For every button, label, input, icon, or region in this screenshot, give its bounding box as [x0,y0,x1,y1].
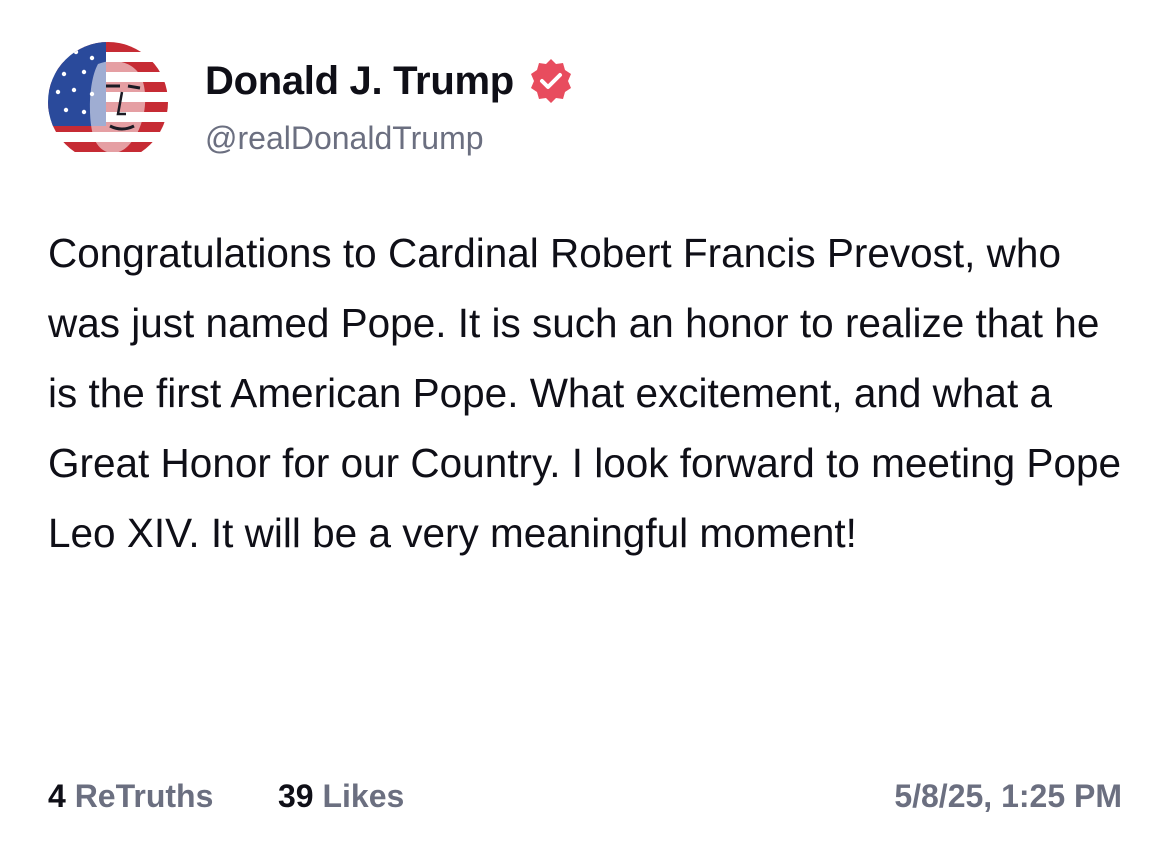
avatar[interactable] [48,42,168,162]
verified-badge-icon [526,56,576,106]
likes-label: Likes [322,778,405,814]
author-line: Donald J. Trump [205,56,576,106]
post-text: Congratulations to Cardinal Robert Franc… [48,230,1122,556]
flag-portrait-icon [48,42,168,162]
truth-post: Donald J. Trump @realDonaldTrump Congrat… [0,0,1160,857]
handle[interactable]: @realDonaldTrump [205,118,484,158]
likes-stat[interactable]: 39 Likes [278,770,404,822]
likes-count: 39 [278,778,314,814]
post-timestamp[interactable]: 5/8/25, 1:25 PM [894,770,1122,822]
display-name[interactable]: Donald J. Trump [205,57,514,105]
post-footer: 4 ReTruths 39 Likes 5/8/25, 1:25 PM [48,770,1122,822]
retruths-stat[interactable]: 4 ReTruths [48,770,213,822]
retruths-label: ReTruths [74,778,214,814]
retruths-count: 4 [48,778,66,814]
